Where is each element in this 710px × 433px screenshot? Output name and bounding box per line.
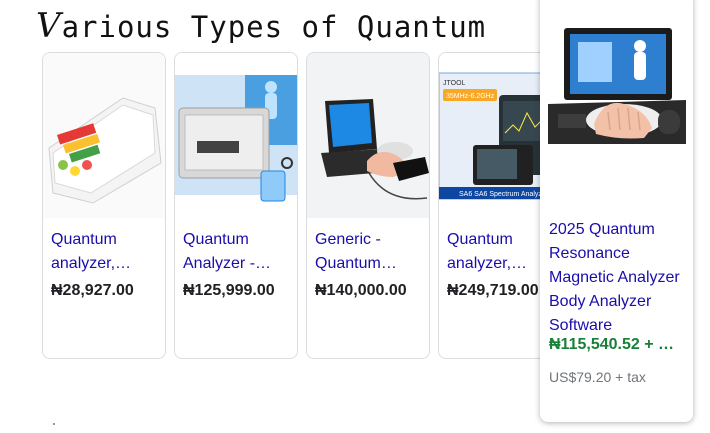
heading-text: arious Types of Quantum	[61, 10, 487, 44]
popup-product-image	[548, 12, 686, 152]
product-image-1	[43, 53, 165, 218]
product-image-3	[307, 53, 429, 218]
product-price-4: ₦249,719.00	[447, 282, 539, 299]
popup-usd-price: US$79.20 + tax	[549, 369, 646, 385]
product-title-2[interactable]: Quantum Analyzer -…	[183, 228, 291, 276]
product-price-1: ₦28,927.00	[51, 282, 134, 299]
product-hover-card[interactable]: 2025 Quantum Resonance Magnetic Analyzer…	[540, 0, 693, 422]
image-brand-text: JTOOL	[443, 80, 466, 87]
product-title-3[interactable]: Generic - Quantum…	[315, 228, 423, 276]
product-price-2: ₦125,999.00	[183, 282, 275, 299]
product-image-2	[175, 53, 297, 218]
stray-dot	[53, 423, 55, 425]
popup-product-price: ₦115,540.52 + …	[549, 336, 674, 353]
product-card-1[interactable]: Quantum analyzer,… ₦28,927.00	[42, 52, 166, 359]
product-card-3[interactable]: Generic - Quantum… ₦140,000.00	[306, 52, 430, 359]
popup-product-title[interactable]: 2025 Quantum Resonance Magnetic Analyzer…	[549, 218, 689, 338]
image-caption-text: SA6 SA6 Spectrum Analyze	[459, 191, 546, 198]
image-freq-text: 35MHz-6.2GHz	[446, 93, 495, 100]
section-heading: Various Types of Quantum	[36, 6, 486, 46]
product-title-1[interactable]: Quantum analyzer,…	[51, 228, 159, 276]
product-title-4[interactable]: Quantum analyzer,…	[447, 228, 555, 276]
product-price-3: ₦140,000.00	[315, 282, 407, 299]
product-card-2[interactable]: Quantum Analyzer -… ₦125,999.00	[174, 52, 298, 359]
heading-first-letter: V	[36, 6, 62, 46]
